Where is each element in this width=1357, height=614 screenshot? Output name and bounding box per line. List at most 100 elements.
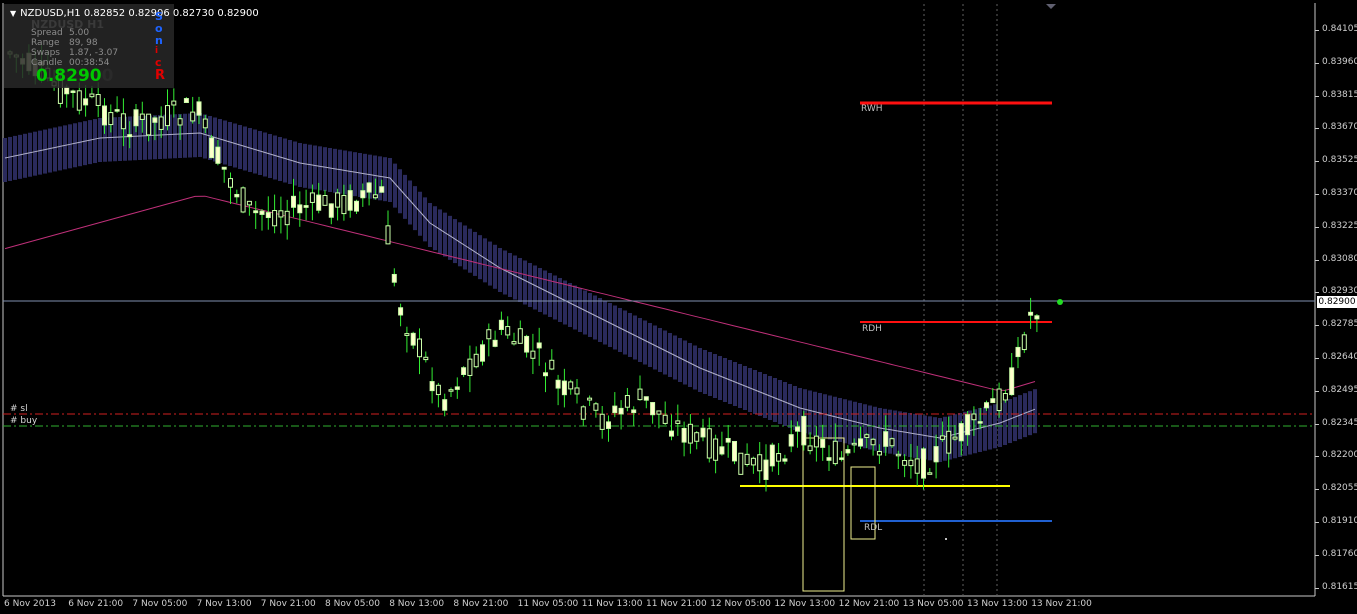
candle-body <box>750 457 756 466</box>
candle-body <box>782 458 788 462</box>
candle-body <box>177 118 183 126</box>
price-tick: 0.82785 <box>1322 319 1357 330</box>
candle-body <box>442 399 448 411</box>
price-tick: 0.82200 <box>1322 450 1357 461</box>
candle-body <box>524 335 530 353</box>
candle-body <box>64 86 70 95</box>
candle-body <box>316 194 322 211</box>
candle-body <box>1002 393 1008 401</box>
candle-body <box>379 186 385 193</box>
candle-body <box>965 414 971 436</box>
candle-body <box>171 100 177 106</box>
candle-body <box>612 405 618 414</box>
candle-body <box>990 398 996 404</box>
candle-body <box>517 328 523 344</box>
candle-body <box>253 210 259 214</box>
candle-body <box>669 430 674 437</box>
time-tick: 13 Nov 21:00 <box>1031 599 1092 609</box>
candle-body <box>687 423 693 444</box>
candle-body <box>114 109 120 112</box>
candle-body <box>146 113 152 136</box>
price-tick: 0.83225 <box>1322 220 1357 231</box>
candle-body <box>977 421 983 424</box>
price-tick: 0.83815 <box>1322 89 1357 100</box>
candle-body <box>454 386 460 390</box>
candle-body <box>763 459 769 480</box>
time-tick: 12 Nov 13:00 <box>774 599 836 609</box>
candle-body <box>1034 315 1040 320</box>
candle-body <box>341 195 347 215</box>
buy-order-label[interactable]: # buy <box>10 416 37 426</box>
price-tick: 0.83525 <box>1322 155 1357 166</box>
price-marker-dot <box>1057 299 1063 305</box>
candle-body <box>543 372 548 377</box>
price-tick: 0.81760 <box>1322 548 1357 559</box>
candle-body <box>606 421 611 429</box>
candle-body <box>435 384 441 396</box>
candle-body <box>221 166 227 170</box>
candle-body <box>732 440 737 462</box>
candle-body <box>297 204 303 214</box>
candle-body <box>813 435 819 448</box>
time-tick: 8 Nov 05:00 <box>325 599 380 609</box>
candle-body <box>209 137 215 159</box>
candle-body <box>335 192 341 208</box>
candle-body <box>480 344 485 362</box>
candle-body <box>467 358 473 376</box>
candle-body <box>719 446 725 455</box>
price-tick: 0.84105 <box>1322 24 1357 34</box>
candle-body <box>461 367 467 376</box>
candle-body <box>883 431 889 447</box>
rdl-label: RDL <box>864 523 883 533</box>
info-panel: ▼ NZDUSD,H1 0.82852 0.82906 0.82730 0.829… <box>4 4 259 88</box>
candle-body <box>908 459 914 467</box>
time-tick: 11 Nov 13:00 <box>581 599 643 609</box>
candle-body <box>864 434 870 438</box>
time-tick: 8 Nov 13:00 <box>389 599 445 609</box>
time-tick: 6 Nov 21:00 <box>68 599 124 609</box>
candle-body <box>70 90 76 94</box>
spread-row: Spread 5.00 <box>31 28 90 38</box>
swaps-row: Swaps 1.87, -3.07 <box>31 48 119 58</box>
candle-body <box>196 101 202 116</box>
candle-body <box>240 187 246 213</box>
candle-body <box>939 435 945 440</box>
candle-body <box>246 200 252 206</box>
candle-body <box>102 105 107 126</box>
candle-body <box>165 105 170 127</box>
candle-body <box>958 423 964 442</box>
candle-body <box>568 381 574 390</box>
candle-body <box>593 403 599 411</box>
candle-body <box>1028 311 1034 316</box>
candle-body <box>183 98 189 104</box>
candle-body <box>895 453 901 457</box>
candle-body <box>587 397 593 401</box>
candle-body <box>511 341 517 345</box>
time-tick: 7 Nov 13:00 <box>196 599 252 609</box>
dropdown-triangle-icon[interactable]: ▼ <box>10 9 16 18</box>
price-chart[interactable] <box>0 0 1357 614</box>
candle-body <box>215 146 221 164</box>
time-tick: 11 Nov 21:00 <box>646 599 707 609</box>
candle-body <box>876 451 882 456</box>
time-tick: 8 Nov 21:00 <box>453 599 509 609</box>
price-tick: 0.83960 <box>1322 56 1357 67</box>
candle-body <box>108 112 114 126</box>
candle-body <box>190 111 196 122</box>
candle-body <box>801 415 807 446</box>
time-tick: 11 Nov 05:00 <box>517 599 579 609</box>
candle-body <box>398 307 404 316</box>
sl-order-label[interactable]: # sl <box>10 404 28 414</box>
candle-body <box>120 113 126 130</box>
price-tick: 0.82495 <box>1322 384 1357 395</box>
candle-body <box>555 379 561 389</box>
price-tick: 0.82055 <box>1322 483 1357 494</box>
candle-body <box>713 438 719 461</box>
time-tick: 13 Nov 13:00 <box>967 599 1028 609</box>
candle-body <box>694 432 700 442</box>
candle-body <box>1015 346 1021 358</box>
candle-body <box>681 427 687 443</box>
candle-body <box>127 134 133 138</box>
candle-body <box>700 427 706 438</box>
price-tick: 0.81910 <box>1322 516 1357 526</box>
